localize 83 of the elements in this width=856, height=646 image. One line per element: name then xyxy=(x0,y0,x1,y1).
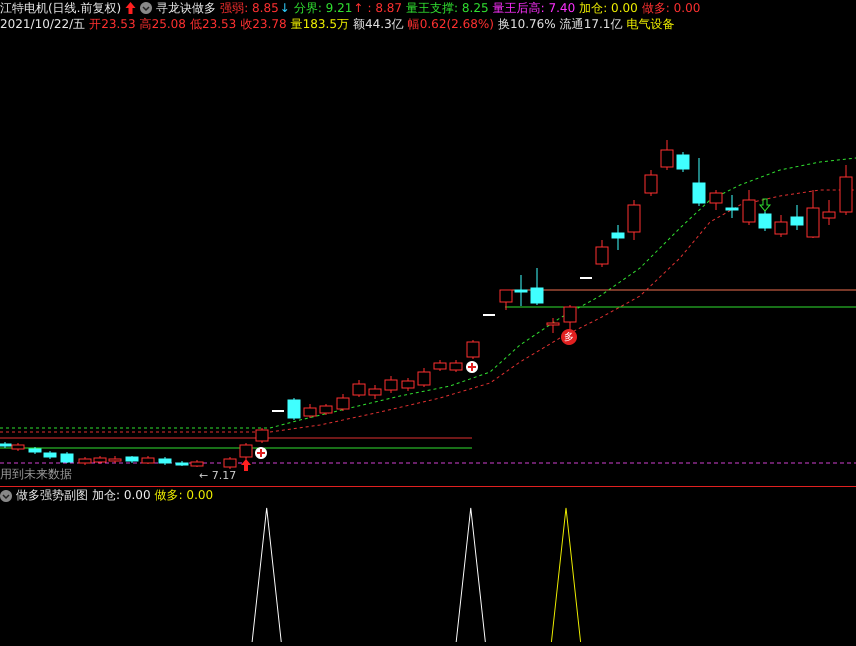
stock-title: 江特电机(日线.前复权) xyxy=(0,0,122,16)
future-data-note: 用到未来数据 xyxy=(0,466,72,483)
candlestick xyxy=(190,460,204,468)
candlestick xyxy=(692,158,706,206)
quote-date: 2021/10/22/五 xyxy=(0,16,86,32)
candlestick xyxy=(612,224,624,250)
candlestick xyxy=(660,140,674,170)
candlestick xyxy=(288,398,300,420)
candlestick xyxy=(466,340,480,360)
candlestick xyxy=(726,194,738,218)
quote-field: 高25.08 xyxy=(140,16,186,32)
candlestick xyxy=(94,456,106,464)
candlestick xyxy=(758,210,772,232)
indicator-value: 加仓: 0.00 xyxy=(579,0,638,16)
arrow-up-icon xyxy=(125,2,136,14)
candlestick xyxy=(676,152,690,172)
candlestick xyxy=(530,268,544,306)
candlestick xyxy=(418,368,430,388)
trend-arrow: ↓ xyxy=(280,1,290,15)
long-signal-badge: 多 xyxy=(561,329,577,345)
candlestick xyxy=(742,190,756,226)
candlestick xyxy=(12,442,24,452)
candlestick xyxy=(500,290,512,310)
candlestick xyxy=(320,404,332,416)
candlestick xyxy=(28,446,42,454)
quote-field: 量183.5万 xyxy=(290,16,350,32)
indicator-value: 分界: 9.21 xyxy=(294,0,352,16)
sub-panel-value: 加仓: 0.00 xyxy=(92,487,151,504)
low-price-label: ← 7.17 xyxy=(199,469,236,482)
quote-field: 流通17.1亿 xyxy=(560,16,622,32)
candlestick xyxy=(822,200,836,226)
arrow-down-icon xyxy=(758,198,772,212)
candlestick xyxy=(596,240,608,268)
candlestick xyxy=(514,274,528,306)
chevron-circle-icon[interactable] xyxy=(0,490,12,502)
candlestick xyxy=(402,378,414,392)
candlestick xyxy=(224,456,236,470)
candlestick xyxy=(450,360,462,372)
quote-field: 额44.3亿 xyxy=(353,16,404,32)
candlestick xyxy=(336,394,350,412)
indicator-value: 做多: 0.00 xyxy=(642,0,700,16)
candlestick xyxy=(60,452,74,464)
indicator-name: 寻龙诀做多 xyxy=(156,0,216,16)
quote-field: 收23.78 xyxy=(240,16,287,32)
candlestick xyxy=(368,384,382,400)
quote-field: 电气设备 xyxy=(626,16,674,32)
candlestick xyxy=(352,380,366,398)
candlestick xyxy=(158,456,172,466)
indicator-value: 量王支撑: 8.25 xyxy=(406,0,489,16)
quote-field: 低23.53 xyxy=(190,16,236,32)
candlestick xyxy=(384,376,398,394)
trend-arrow: ↑ xyxy=(353,1,364,15)
candlestick xyxy=(710,190,722,210)
arrow-up-icon xyxy=(241,459,251,471)
candlestick xyxy=(142,456,154,464)
candlestick xyxy=(644,170,658,196)
candlestick xyxy=(564,304,576,330)
candlestick xyxy=(774,214,788,238)
chevron-circle-icon[interactable] xyxy=(140,2,152,14)
quote-field: 幅0.62(2.68%) xyxy=(408,16,494,32)
sub-panel-value: 做多: 0.00 xyxy=(154,487,214,504)
candlestick xyxy=(434,360,446,372)
quote-field: 开23.53 xyxy=(89,16,136,32)
sub-panel-title: 做多强势副图 xyxy=(16,487,88,504)
candlestick xyxy=(44,450,56,460)
indicator-value: : 8.87 xyxy=(367,1,402,15)
plus-circle-icon xyxy=(466,361,478,373)
candlestick xyxy=(240,442,252,460)
candlestick xyxy=(126,456,138,464)
candlestick xyxy=(628,200,640,240)
candlestick xyxy=(806,190,820,238)
candlestick xyxy=(840,164,852,216)
candlestick xyxy=(790,204,804,230)
candlestick xyxy=(546,318,560,334)
candlestick xyxy=(108,456,122,464)
indicator-value: 强弱: 8.85 xyxy=(220,0,279,16)
candlestick xyxy=(176,460,188,466)
plus-circle-icon xyxy=(255,447,267,459)
candlestick xyxy=(256,428,268,444)
quote-field: 换10.76% xyxy=(498,16,556,32)
candlestick xyxy=(78,456,92,466)
candlestick xyxy=(304,404,316,418)
indicator-value: 量王后高: 7.40 xyxy=(492,0,576,16)
